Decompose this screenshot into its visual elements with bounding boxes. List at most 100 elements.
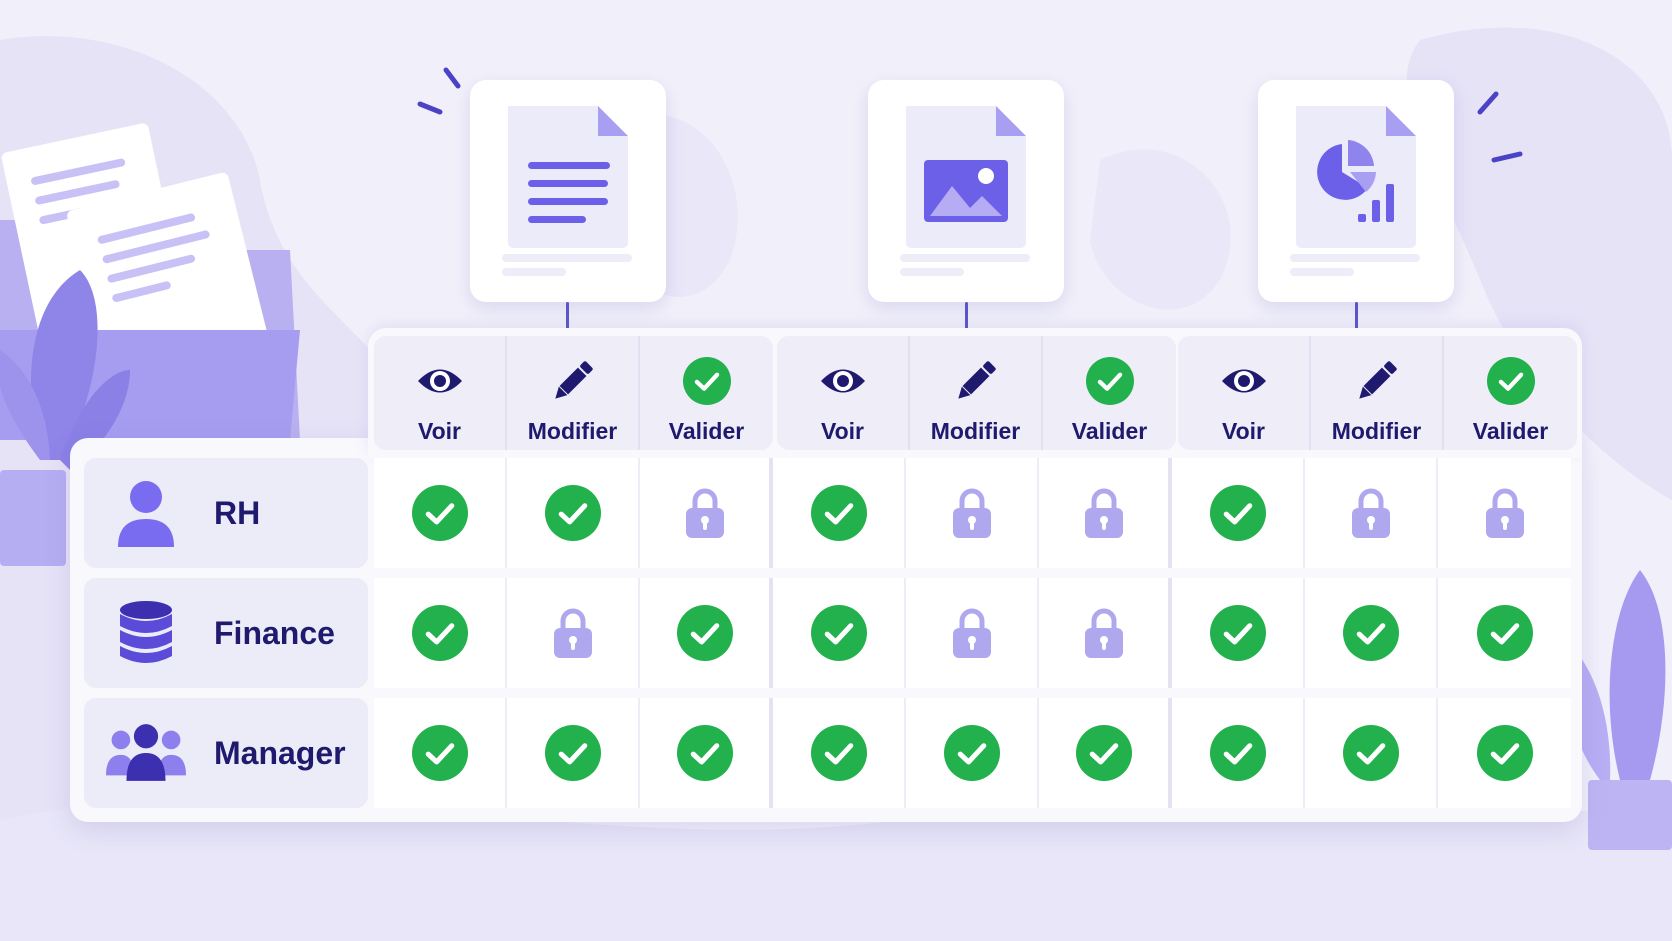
column-header-modifier: Modifier (1311, 336, 1444, 450)
permission-cell (1172, 578, 1305, 688)
user-icon (106, 473, 186, 553)
check-circle-icon (1209, 485, 1266, 541)
permission-cell (640, 698, 773, 808)
column-header-voir: Voir (374, 336, 507, 450)
check-circle-icon (1342, 605, 1399, 661)
check-circle-icon (1209, 605, 1266, 661)
check-circle-icon (411, 725, 468, 781)
permission-cell (1305, 458, 1438, 568)
check-circle-icon (1476, 725, 1533, 781)
permission-cell (1305, 578, 1438, 688)
permission-cell (773, 458, 906, 568)
check-circle-icon (810, 605, 867, 661)
check-circle-icon (1484, 354, 1538, 408)
role-row-header-manager: Manager (84, 698, 368, 808)
permission-cell (906, 578, 1039, 688)
column-header-voir: Voir (777, 336, 910, 450)
column-header-label: Voir (1221, 418, 1266, 444)
check-circle-icon (1083, 354, 1137, 408)
check-circle-icon (676, 605, 733, 661)
header-group-image-document: Voir Modifier Valider (777, 336, 1176, 450)
lock-icon (553, 608, 592, 658)
permission-cell (507, 458, 640, 568)
header-group-text-document: Voir Modifier Valider (374, 336, 773, 450)
lock-icon (1084, 608, 1123, 658)
column-header-modifier: Modifier (507, 336, 640, 450)
check-circle-icon (411, 605, 468, 661)
check-circle-icon (1209, 725, 1266, 781)
lock-icon (685, 488, 724, 538)
permission-cell (1172, 698, 1305, 808)
check-circle-icon (544, 725, 601, 781)
column-header-label: Modifier (930, 418, 1021, 444)
permission-cell (507, 578, 640, 688)
permission-row-manager (374, 698, 1576, 808)
column-header-label: Valider (1472, 418, 1549, 444)
role-row-header-rh: RH (84, 458, 368, 568)
lock-icon (1351, 488, 1390, 538)
check-circle-icon (676, 725, 733, 781)
column-header-valider: Valider (640, 336, 773, 450)
header-group-report-document: Voir Modifier Valider (1178, 336, 1577, 450)
role-row-header-finance: Finance (84, 578, 368, 688)
image-icon (900, 106, 1030, 276)
lock-icon (1485, 488, 1524, 538)
check-circle-icon (1075, 725, 1132, 781)
permission-cell (1039, 698, 1172, 808)
permission-cell (906, 458, 1039, 568)
pencil-icon (546, 354, 600, 408)
permission-cell (1039, 458, 1172, 568)
lock-icon (1084, 488, 1123, 538)
column-header-label: Voir (820, 418, 865, 444)
permission-cell (640, 458, 773, 568)
permission-cell (1438, 698, 1571, 808)
permission-cell (906, 698, 1039, 808)
check-circle-icon (943, 725, 1000, 781)
permission-cell (374, 458, 507, 568)
column-header-valider: Valider (1444, 336, 1577, 450)
pie-chart-icon (1290, 106, 1420, 276)
eye-icon (816, 354, 870, 408)
eye-icon (1217, 354, 1271, 408)
column-header-voir: Voir (1178, 336, 1311, 450)
pencil-icon (1350, 354, 1404, 408)
team-icon (106, 713, 186, 793)
check-circle-icon (1342, 725, 1399, 781)
column-header-label: Voir (417, 418, 462, 444)
check-circle-icon (680, 354, 734, 408)
database-icon (106, 593, 186, 673)
pencil-icon (949, 354, 1003, 408)
permission-row-rh (374, 458, 1576, 568)
role-label: RH (214, 494, 261, 531)
column-header-modifier: Modifier (910, 336, 1043, 450)
column-header-valider: Valider (1043, 336, 1176, 450)
role-label: Finance (214, 614, 335, 651)
column-header-label: Modifier (527, 418, 618, 444)
permission-row-finance (374, 578, 1576, 688)
role-label: Manager (214, 734, 346, 771)
permission-cell (640, 578, 773, 688)
permission-cell (773, 698, 906, 808)
permission-cell (374, 698, 507, 808)
lock-icon (952, 488, 991, 538)
report-document-card (1258, 80, 1454, 302)
permission-cell (1438, 458, 1571, 568)
permission-cell (507, 698, 640, 808)
permission-cell (1039, 578, 1172, 688)
permission-cell (1305, 698, 1438, 808)
column-header-label: Valider (1071, 418, 1148, 444)
permission-cell (374, 578, 507, 688)
permission-cell (1438, 578, 1571, 688)
check-circle-icon (1476, 605, 1533, 661)
eye-icon (413, 354, 467, 408)
check-circle-icon (411, 485, 468, 541)
check-circle-icon (544, 485, 601, 541)
check-circle-icon (810, 485, 867, 541)
lock-icon (952, 608, 991, 658)
text-lines-icon (502, 106, 632, 276)
image-document-card (868, 80, 1064, 302)
text-document-card (470, 80, 666, 302)
permission-cell (773, 578, 906, 688)
column-header-label: Valider (668, 418, 745, 444)
check-circle-icon (810, 725, 867, 781)
